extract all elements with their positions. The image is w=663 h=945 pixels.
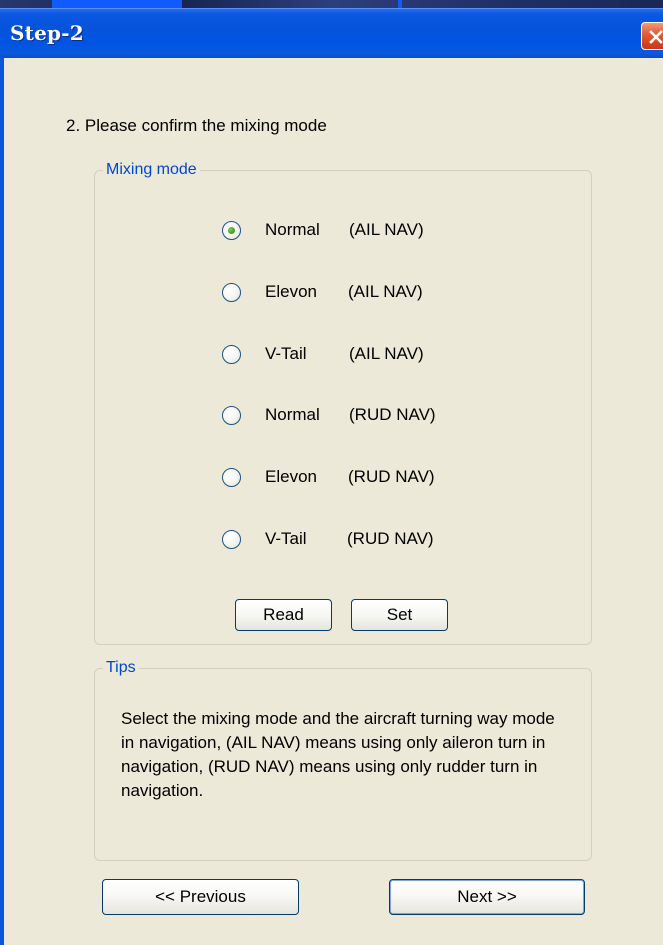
radio-mode-label: Elevon — [265, 467, 317, 486]
radio-v-tail-rud-nav[interactable]: V-Tail (RUD NAV) — [222, 528, 512, 556]
tips-group: Tips Select the mixing mode and the airc… — [94, 658, 592, 861]
radio-elevon-rud-nav[interactable]: Elevon (RUD NAV) — [222, 466, 512, 494]
set-button[interactable]: Set — [351, 599, 448, 631]
radio-button[interactable] — [222, 283, 241, 302]
radio-mode-label: Normal — [265, 220, 320, 239]
radio-nav-label: (AIL NAV) — [349, 220, 424, 239]
step-2-dialog-window: Step-2 2. Please confirm the mixing mode… — [0, 0, 663, 945]
radio-mode-label: V-Tail — [265, 344, 307, 363]
radio-normal-rud-nav[interactable]: Normal (RUD NAV) — [222, 404, 512, 432]
radio-button[interactable] — [222, 468, 241, 487]
taskbar-strip — [0, 0, 663, 8]
radio-mode-label: Normal — [265, 405, 320, 424]
window-titlebar[interactable]: Step-2 — [0, 8, 663, 58]
radio-nav-label: (AIL NAV) — [349, 344, 424, 363]
radio-nav-label: (RUD NAV) — [349, 405, 436, 424]
previous-button[interactable]: << Previous — [102, 879, 299, 915]
close-icon — [649, 30, 663, 44]
radio-v-tail-ail-nav[interactable]: V-Tail (AIL NAV) — [222, 343, 512, 371]
radio-elevon-ail-nav[interactable]: Elevon (AIL NAV) — [222, 281, 512, 309]
mixing-mode-prompt: 2. Please confirm the mixing mode — [66, 116, 327, 135]
window-left-frame — [0, 58, 4, 945]
read-button[interactable]: Read — [235, 599, 332, 631]
radio-nav-label: (RUD NAV) — [347, 529, 434, 548]
radio-button[interactable] — [222, 406, 241, 425]
radio-normal-ail-nav[interactable]: Normal (AIL NAV) — [222, 219, 512, 247]
radio-button[interactable] — [222, 345, 241, 364]
radio-nav-label: (AIL NAV) — [348, 282, 423, 301]
mixing-mode-group: Mixing mode Normal (AIL NAV) Elevon (AIL… — [94, 160, 592, 645]
next-button[interactable]: Next >> — [389, 879, 585, 915]
radio-button-selected[interactable] — [222, 221, 241, 240]
window-title: Step-2 — [10, 21, 84, 45]
tips-text: Select the mixing mode and the aircraft … — [121, 709, 555, 800]
radio-mode-label: Elevon — [265, 282, 317, 301]
radio-nav-label: (RUD NAV) — [348, 467, 435, 486]
radio-button[interactable] — [222, 530, 241, 549]
mixing-mode-group-title: Mixing mode — [103, 160, 200, 180]
close-button[interactable] — [641, 22, 663, 50]
tips-group-title: Tips — [103, 658, 139, 678]
radio-mode-label: V-Tail — [265, 529, 307, 548]
